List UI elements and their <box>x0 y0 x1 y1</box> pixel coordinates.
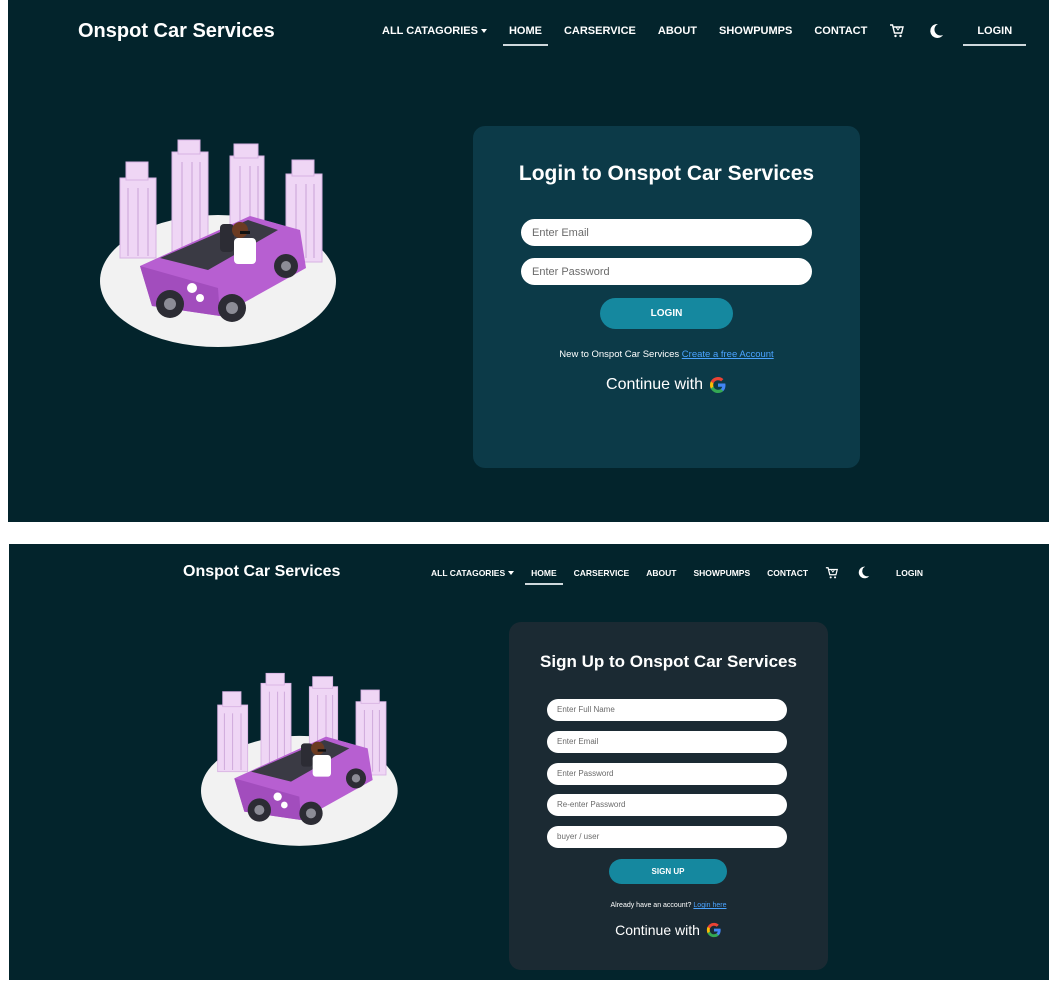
nav-about[interactable]: ABOUT <box>658 25 697 37</box>
continue-with-google[interactable]: Continue with <box>509 922 828 938</box>
continue-with-google[interactable]: Continue with <box>473 376 860 394</box>
signup-card: Sign Up to Onspot Car Services Enter Ful… <box>509 622 828 970</box>
signup-hint-text: New to Onspot Car Services <box>559 349 680 360</box>
navbar: Onspot Car Services ALL CATAGORIES HOME … <box>8 0 1049 62</box>
login-screen: Onspot Car Services ALL CATAGORIES HOME … <box>8 0 1049 522</box>
car-illustration <box>201 661 401 864</box>
fullname-input[interactable]: Enter Full Name <box>547 699 787 721</box>
signup-hint: New to Onspot Car Services Create a free… <box>473 349 860 360</box>
nav-login[interactable]: LOGIN <box>896 568 923 578</box>
moon-icon[interactable] <box>927 22 945 40</box>
nav-contact[interactable]: CONTACT <box>814 25 867 37</box>
nav-all-categories[interactable]: ALL CATAGORIES <box>431 568 515 578</box>
nav-about[interactable]: ABOUT <box>646 568 676 578</box>
email-input[interactable]: Enter Email <box>521 219 812 246</box>
google-icon[interactable] <box>709 376 727 394</box>
signup-button[interactable]: SIGN UP <box>609 859 727 884</box>
login-title: Login to Onspot Car Services <box>518 162 815 185</box>
password-input[interactable]: Enter Password <box>521 258 812 285</box>
nav-showpumps[interactable]: SHOWPUMPS <box>693 568 750 578</box>
password-input[interactable]: Enter Password <box>547 763 787 785</box>
navbar: Onspot Car Services ALL CATAGORIES HOME … <box>9 544 1049 606</box>
caret-down-icon <box>508 571 515 576</box>
signup-title: Sign Up to Onspot Car Services <box>540 652 797 671</box>
create-account-link[interactable]: Create a free Account <box>682 349 774 360</box>
nav-menu: ALL CATAGORIES HOME CARSERVICE ABOUT SHO… <box>382 22 1026 46</box>
moon-icon[interactable] <box>856 565 871 580</box>
role-input[interactable]: buyer / user <box>547 826 787 848</box>
login-card: Login to Onspot Car Services Enter Email… <box>473 126 860 468</box>
signup-screen: Onspot Car Services ALL CATAGORIES HOME … <box>9 544 1049 980</box>
reenter-password-input[interactable]: Re-enter Password <box>547 794 787 816</box>
login-hint: Already have an account? Login here <box>509 902 828 909</box>
nav-login[interactable]: LOGIN <box>963 25 1026 46</box>
nav-all-categories[interactable]: ALL CATAGORIES <box>382 25 487 37</box>
nav-showpumps[interactable]: SHOWPUMPS <box>719 25 792 37</box>
continue-with-label: Continue with <box>615 922 700 938</box>
car-illustration <box>100 138 340 355</box>
nav-contact[interactable]: CONTACT <box>767 568 808 578</box>
login-here-link[interactable]: Login here <box>693 902 726 909</box>
continue-with-label: Continue with <box>606 376 703 393</box>
brand-logo[interactable]: Onspot Car Services <box>183 563 340 581</box>
login-hint-text: Already have an account? <box>610 902 692 909</box>
email-input[interactable]: Enter Email <box>547 731 787 753</box>
nav-home[interactable]: HOME <box>525 568 563 585</box>
google-icon[interactable] <box>706 922 722 938</box>
cart-icon[interactable] <box>825 566 839 580</box>
caret-down-icon <box>480 29 487 34</box>
nav-menu: ALL CATAGORIES HOME CARSERVICE ABOUT SHO… <box>431 565 923 585</box>
brand-logo[interactable]: Onspot Car Services <box>78 20 275 43</box>
nav-home[interactable]: HOME <box>502 25 548 46</box>
login-button[interactable]: LOGIN <box>600 298 733 329</box>
nav-carservice[interactable]: CARSERVICE <box>564 25 636 37</box>
cart-icon[interactable] <box>889 23 905 39</box>
nav-carservice[interactable]: CARSERVICE <box>574 568 630 578</box>
